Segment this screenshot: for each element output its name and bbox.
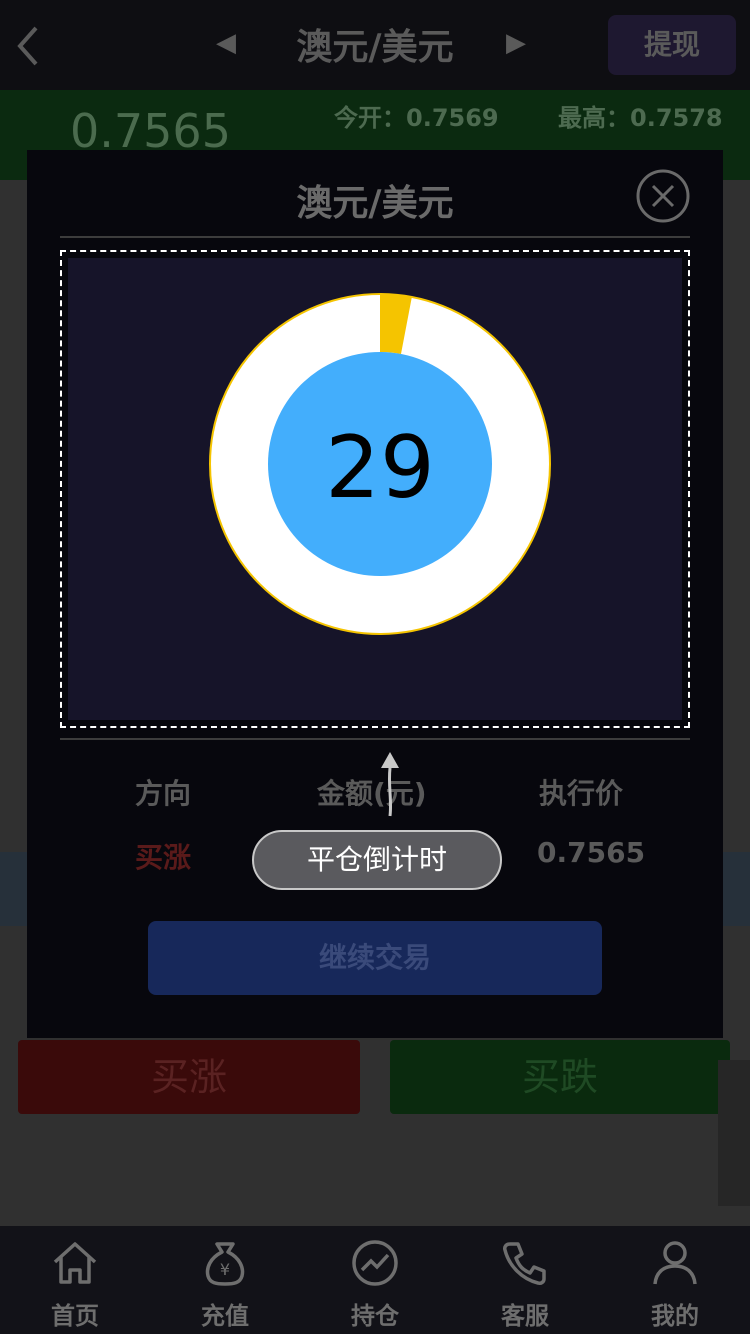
side-panel-edge	[718, 1060, 750, 1206]
countdown-dial: 29	[209, 293, 551, 635]
chart-icon	[352, 1240, 398, 1286]
nav-label-mine: 我的	[651, 1302, 699, 1330]
countdown-highlight-frame: 29	[60, 250, 690, 728]
nav-item-service[interactable]: 客服	[450, 1226, 600, 1334]
close-button[interactable]	[635, 168, 691, 224]
header-execution-price: 执行价	[539, 777, 624, 810]
money-bag-icon: ¥	[205, 1242, 245, 1286]
nav-label-home: 首页	[51, 1302, 99, 1330]
countdown-panel: 29	[68, 258, 682, 720]
header-direction: 方向	[135, 777, 192, 810]
bottom-nav: 首页 ¥ 充值 持仓 客服 我的	[0, 1226, 750, 1334]
nav-item-mine[interactable]: 我的	[600, 1226, 750, 1334]
nav-label-service: 客服	[501, 1302, 549, 1330]
phone-icon	[503, 1242, 546, 1285]
back-button[interactable]	[6, 16, 50, 76]
prev-pair-icon[interactable]: ◀	[216, 28, 236, 58]
countdown-value: 29	[325, 418, 434, 518]
direction-value: 买涨	[135, 841, 192, 874]
nav-item-home[interactable]: 首页	[0, 1226, 150, 1334]
chevron-left-icon	[17, 26, 38, 66]
nav-item-positions[interactable]: 持仓	[300, 1226, 450, 1334]
home-icon	[53, 1242, 97, 1284]
nav-label-positions: 持仓	[351, 1302, 399, 1330]
next-pair-icon[interactable]: ▶	[506, 28, 526, 58]
buy-fall-button[interactable]: 买跌	[390, 1040, 730, 1114]
execution-price-value: 0.7565	[537, 836, 646, 869]
nav-label-recharge: 充值	[201, 1302, 249, 1330]
tooltip-arrow-icon	[381, 752, 399, 817]
divider	[60, 738, 690, 740]
high-price: 最高：0.7578	[558, 104, 723, 132]
page-title: 澳元/美元	[296, 27, 454, 68]
close-icon	[636, 169, 690, 223]
withdraw-button[interactable]: 提现	[608, 15, 736, 75]
continue-trading-button[interactable]: 继续交易	[148, 921, 602, 995]
user-icon	[653, 1241, 697, 1285]
buy-rise-button[interactable]: 买涨	[18, 1040, 360, 1114]
svg-text:¥: ¥	[220, 1260, 230, 1279]
tutorial-tooltip: 平仓倒计时	[252, 830, 502, 890]
nav-item-recharge[interactable]: ¥ 充值	[150, 1226, 300, 1334]
top-bar: ◀ 澳元/美元 ▶ 提现	[0, 0, 750, 90]
divider	[60, 236, 690, 238]
trade-result-modal: 澳元/美元 29 方向 金额(元) 执行价 买涨 1 0.7565 继续交易	[27, 150, 723, 1038]
countdown-ring: 29	[208, 292, 552, 636]
open-price: 今开：0.7569	[334, 104, 499, 132]
modal-title: 澳元/美元	[296, 183, 454, 224]
